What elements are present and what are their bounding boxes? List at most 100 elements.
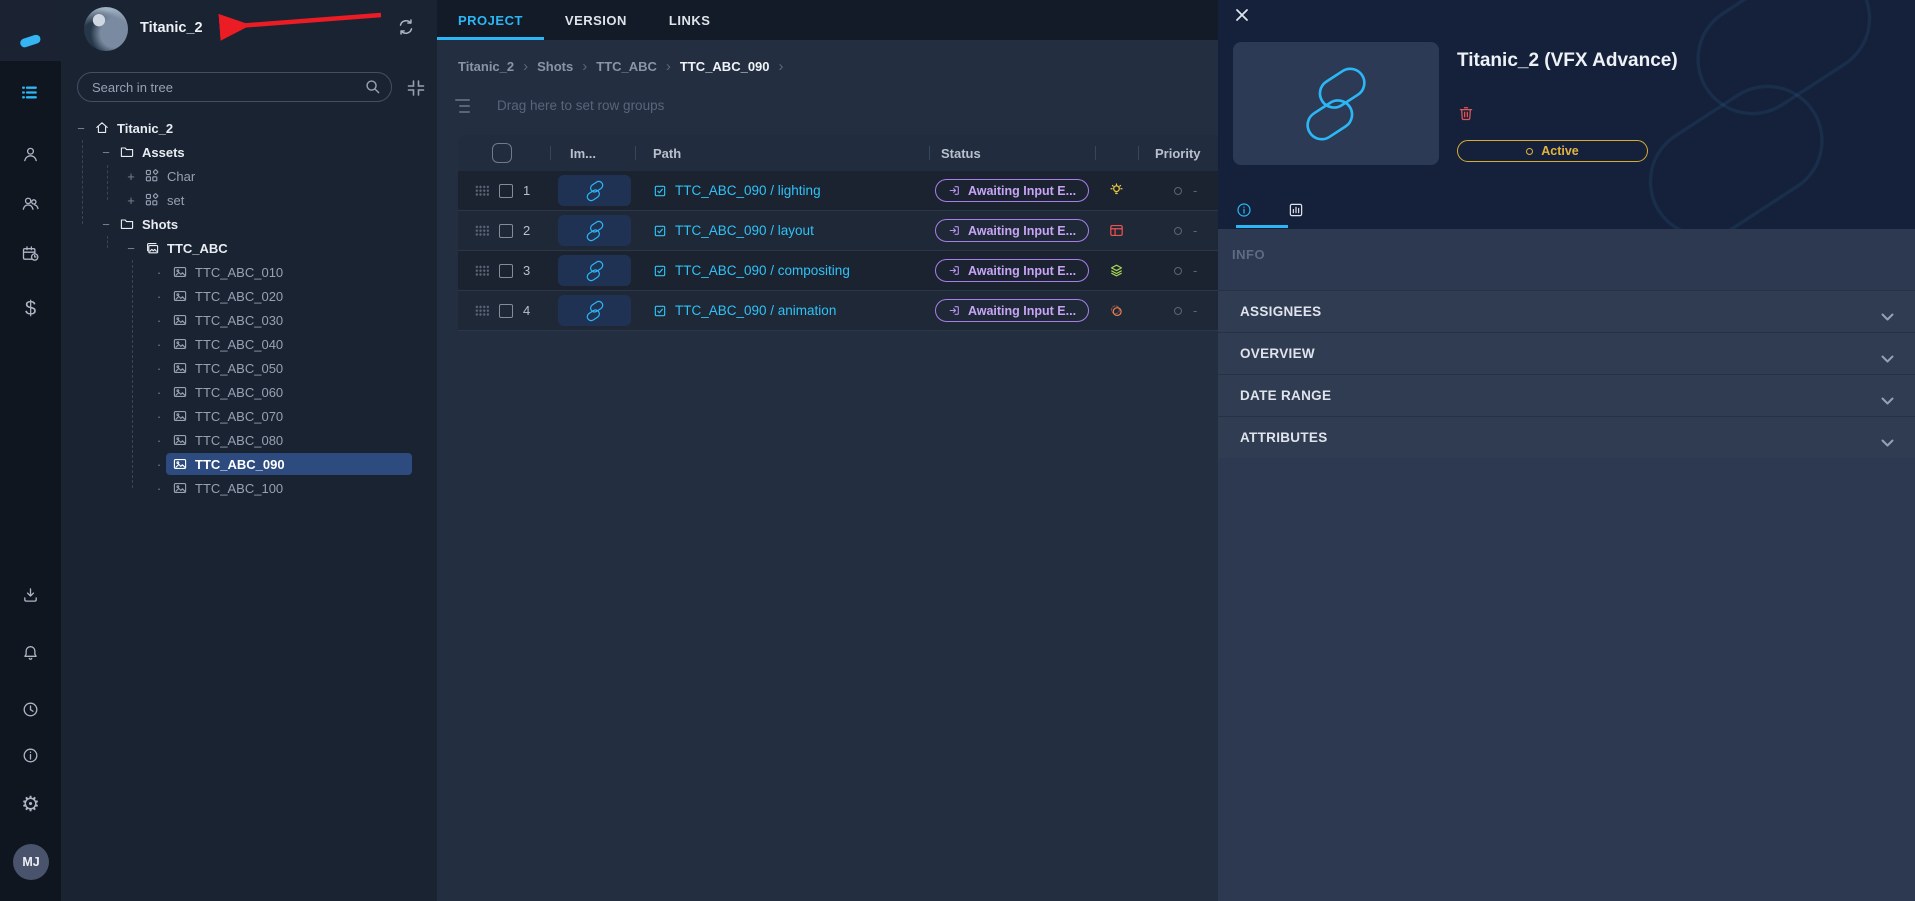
tree-list-icon[interactable]	[0, 80, 61, 104]
chevron-down-icon[interactable]	[1881, 350, 1894, 362]
gear-icon[interactable]: ⚙	[0, 792, 61, 816]
status-label: Awaiting Input E...	[967, 263, 1077, 278]
bell-icon[interactable]	[0, 641, 61, 665]
tab-links[interactable]: LINKS	[648, 0, 732, 40]
drag-handle-icon[interactable]	[475, 305, 489, 316]
tree-node-label: TTC_ABC	[167, 240, 228, 256]
tree-node-set[interactable]: set	[61, 188, 437, 212]
column-header-priority[interactable]: Priority	[1155, 146, 1201, 161]
tree-node-shot[interactable]: TTC_ABC_070	[61, 404, 437, 428]
chevron-down-icon[interactable]	[1881, 392, 1894, 404]
tree-node-shot[interactable]: TTC_ABC_020	[61, 284, 437, 308]
tab-version[interactable]: VERSION	[544, 0, 648, 40]
project-avatar[interactable]	[84, 7, 128, 51]
collapse-all-icon[interactable]	[406, 78, 426, 98]
tree-node-sequence[interactable]: TTC_ABC	[61, 236, 437, 260]
drag-handle-icon[interactable]	[475, 185, 489, 196]
select-all-checkbox[interactable]	[492, 143, 512, 163]
column-header-image[interactable]: Im...	[570, 146, 596, 161]
breadcrumb-item-current[interactable]: TTC_ABC_090	[680, 59, 770, 74]
leaf-dot-icon	[153, 457, 165, 472]
status-badge[interactable]: Awaiting Input E...	[934, 299, 1090, 322]
search-input[interactable]	[77, 72, 392, 102]
task-path-link[interactable]: TTC_ABC_090 / layout	[635, 223, 929, 238]
status-badge[interactable]: Awaiting Input E...	[934, 259, 1090, 282]
drag-handle-icon[interactable]	[475, 265, 489, 276]
tree-node-shot[interactable]: TTC_ABC_010	[61, 260, 437, 284]
refresh-icon[interactable]	[395, 16, 419, 40]
status-badge-active[interactable]: Active	[1457, 140, 1648, 162]
tree-node-project[interactable]: Titanic_2	[61, 116, 437, 140]
drag-handle-icon[interactable]	[475, 225, 489, 236]
table-row[interactable]: 3 TTC_ABC_090 / compositing Awaiting Inp…	[458, 251, 1218, 291]
column-header-path[interactable]: Path	[653, 146, 681, 161]
search-icon[interactable]	[364, 78, 382, 96]
tree-node-shot[interactable]: TTC_ABC_040	[61, 332, 437, 356]
tree-node-shot[interactable]: TTC_ABC_100	[61, 476, 437, 500]
row-checkbox[interactable]	[499, 303, 513, 318]
row-checkbox[interactable]	[499, 183, 513, 198]
user-avatar[interactable]: MJ	[13, 844, 49, 880]
expand-icon[interactable]	[125, 193, 137, 208]
tab-project[interactable]: PROJECT	[437, 0, 544, 40]
breadcrumb-item[interactable]: Titanic_2	[458, 59, 514, 74]
status-badge[interactable]: Awaiting Input E...	[934, 219, 1090, 242]
chevron-down-icon[interactable]	[1881, 434, 1894, 446]
tab-stats[interactable]	[1270, 201, 1322, 219]
task-path-link[interactable]: TTC_ABC_090 / compositing	[635, 263, 929, 278]
close-icon[interactable]	[1232, 5, 1252, 25]
collapse-icon[interactable]	[100, 217, 112, 232]
delete-icon[interactable]	[1457, 103, 1475, 123]
section-assignees[interactable]: ASSIGNEES	[1218, 290, 1915, 332]
column-header-status[interactable]: Status	[941, 146, 981, 161]
tree-node-shot[interactable]: TTC_ABC_080	[61, 428, 437, 452]
task-thumbnail[interactable]	[558, 255, 631, 286]
collapse-icon[interactable]	[75, 121, 87, 136]
collapse-icon[interactable]	[125, 241, 137, 256]
tree-node-shot[interactable]: TTC_ABC_030	[61, 308, 437, 332]
task-path-link[interactable]: TTC_ABC_090 / lighting	[635, 183, 929, 198]
tree-node-shot-selected[interactable]: TTC_ABC_090	[61, 452, 437, 476]
row-group-dropzone[interactable]: Drag here to set row groups	[455, 98, 664, 113]
sequence-icon	[144, 240, 160, 256]
collapse-icon[interactable]	[100, 145, 112, 160]
breadcrumb-item[interactable]: Shots	[537, 59, 573, 74]
table-row[interactable]: 2 TTC_ABC_090 / layout Awaiting Input E.…	[458, 211, 1218, 251]
clock-icon[interactable]	[0, 697, 61, 721]
expand-icon[interactable]	[125, 169, 137, 184]
tree-node-label: set	[167, 192, 185, 208]
row-checkbox[interactable]	[499, 263, 513, 278]
task-thumbnail[interactable]	[558, 295, 631, 326]
section-overview[interactable]: OVERVIEW	[1218, 332, 1915, 374]
section-date-range[interactable]: DATE RANGE	[1218, 374, 1915, 416]
status-badge[interactable]: Awaiting Input E...	[934, 179, 1090, 202]
tree-node-label: Titanic_2	[117, 120, 174, 136]
row-checkbox[interactable]	[499, 223, 513, 238]
shot-icon	[172, 408, 188, 424]
table-row[interactable]: 4 TTC_ABC_090 / animation Awaiting Input…	[458, 291, 1218, 331]
tree-node-shots[interactable]: Shots	[61, 212, 437, 236]
info-icon[interactable]	[0, 743, 61, 767]
status-circle-icon	[1526, 147, 1534, 155]
app-logo[interactable]	[0, 0, 61, 61]
section-attributes[interactable]: ATTRIBUTES	[1218, 416, 1915, 458]
project-name[interactable]: Titanic_2	[140, 20, 203, 36]
table-row[interactable]: 1 TTC_ABC_090 / lighting Awaiting Input …	[458, 171, 1218, 211]
dollar-icon[interactable]: $	[0, 297, 61, 321]
download-icon[interactable]	[0, 583, 61, 607]
tree-node-shot[interactable]: TTC_ABC_050	[61, 356, 437, 380]
chevron-down-icon[interactable]	[1881, 308, 1894, 320]
task-path-link[interactable]: TTC_ABC_090 / animation	[635, 303, 929, 318]
person-icon[interactable]	[0, 142, 61, 166]
tree-node-assets[interactable]: Assets	[61, 140, 437, 164]
people-icon[interactable]	[0, 191, 61, 215]
breadcrumb-item[interactable]: TTC_ABC	[596, 59, 657, 74]
task-thumbnail[interactable]	[558, 175, 631, 206]
tree-node-shot[interactable]: TTC_ABC_060	[61, 380, 437, 404]
task-thumbnail[interactable]	[558, 215, 631, 246]
chevron-right-icon	[779, 58, 784, 75]
calendar-clock-icon[interactable]	[0, 241, 61, 265]
project-thumbnail-card[interactable]	[1233, 42, 1439, 165]
tree-node-char[interactable]: Char	[61, 164, 437, 188]
tab-info[interactable]	[1218, 201, 1270, 219]
